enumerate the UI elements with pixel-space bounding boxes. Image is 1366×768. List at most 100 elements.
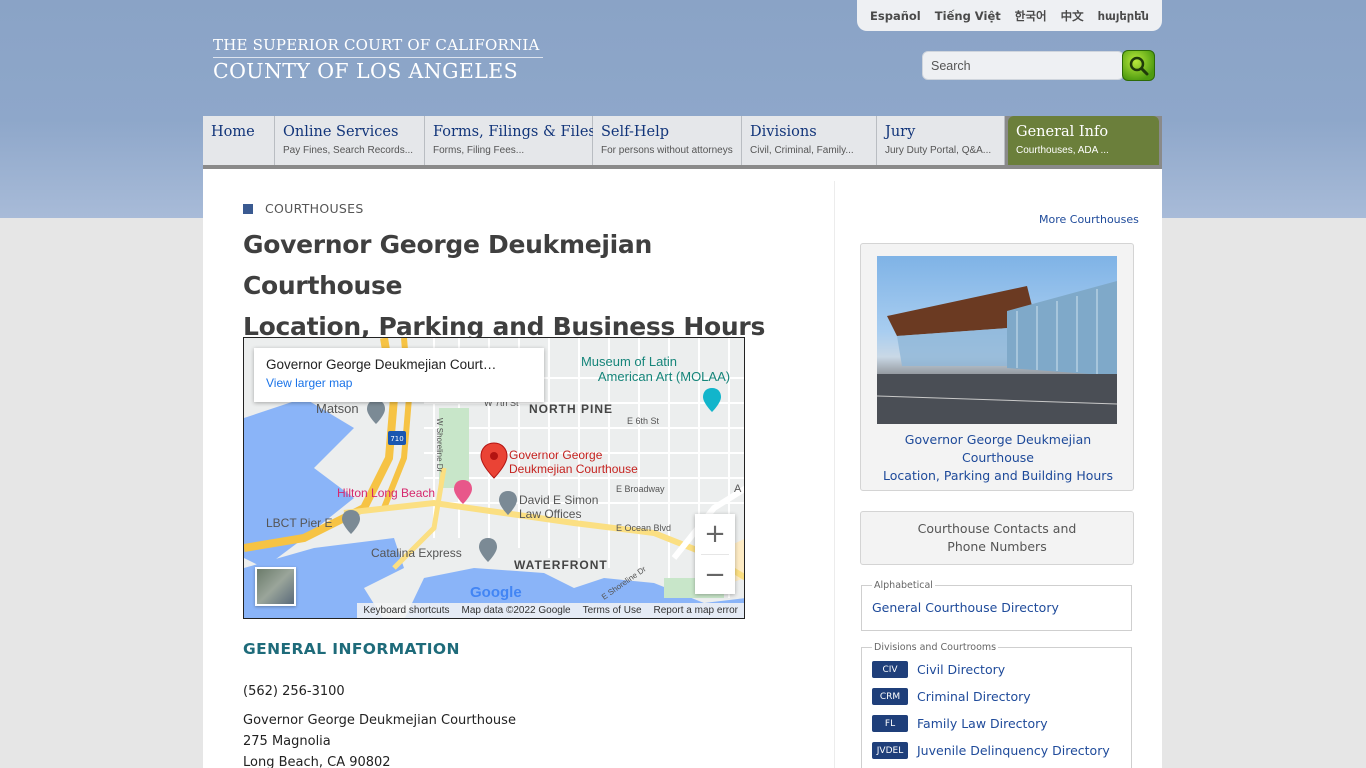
nav-jury-title: Jury — [885, 124, 916, 140]
search-input[interactable]: Search — [922, 51, 1124, 80]
nav-self-help-sub: For persons without attorneys — [601, 145, 733, 156]
map-data-label: Map data ©2022 Google — [461, 605, 571, 616]
civil-directory-row[interactable]: CIV Civil Directory — [872, 661, 1121, 678]
nav-jury-sub: Jury Duty Portal, Q&A... — [885, 145, 992, 156]
satellite-toggle-button[interactable] — [255, 567, 296, 606]
general-information-heading: GENERAL INFORMATION — [243, 640, 460, 658]
keyboard-shortcuts-link[interactable]: Keyboard shortcuts — [363, 605, 449, 616]
map-label-waterfront: WATERFRONT — [514, 558, 608, 572]
civ-badge: CIV — [872, 661, 908, 678]
zoom-in-button[interactable]: + — [695, 514, 735, 554]
courthouse-photo-card[interactable]: Governor George Deukmejian Courthouse Lo… — [860, 243, 1134, 491]
nav-online-services-sub: Pay Fines, Search Records... — [283, 145, 414, 156]
lang-spanish[interactable]: Español — [870, 9, 921, 23]
map-label-simon-1: David E Simon — [519, 493, 598, 507]
map-place-card: Governor George Deukmejian Court… View l… — [254, 348, 544, 402]
map-label-broadway: E Broadway — [616, 484, 665, 494]
section-eyebrow: COURTHOUSES — [243, 201, 364, 216]
map-label-pin-1: Governor George — [509, 448, 603, 462]
search-button[interactable] — [1122, 50, 1155, 81]
address-line-2: 275 Magnolia — [243, 734, 331, 749]
nav-general-info[interactable]: General Info Courthouses, ADA ... — [1008, 116, 1159, 165]
map-label-catalina: Catalina Express — [371, 546, 462, 560]
page-title-line-1: Governor George Deukmejian Courthouse — [243, 230, 652, 300]
map-zoom-controls: + − — [695, 514, 735, 594]
photo-caption-line-2: Courthouse — [961, 450, 1035, 465]
embedded-map[interactable]: 710 Museum of Latin American Art (MOLAA)… — [243, 337, 745, 619]
map-label-north-pine: NORTH PINE — [529, 402, 613, 416]
juvenile-delinquency-directory-link[interactable]: Juvenile Delinquency Directory — [917, 743, 1110, 758]
map-place-name: Governor George Deukmejian Court… — [266, 357, 497, 372]
content-panel: COURTHOUSES Governor George Deukmejian C… — [203, 169, 1162, 768]
map-label-ocean: E Ocean Blvd — [616, 523, 671, 533]
report-map-error-link[interactable]: Report a map error — [654, 605, 738, 616]
nav-online-services-title: Online Services — [283, 124, 399, 140]
map-label-lbct: LBCT Pier E — [266, 516, 332, 530]
criminal-directory-row[interactable]: CRM Criminal Directory — [872, 688, 1121, 705]
nav-self-help-title: Self-Help — [601, 124, 670, 140]
contacts-line-2: Phone Numbers — [947, 539, 1047, 554]
map-label-simon-2: Law Offices — [519, 507, 581, 521]
courthouse-photo-caption[interactable]: Governor George Deukmejian Courthouse Lo… — [861, 431, 1135, 485]
terms-of-use-link[interactable]: Terms of Use — [583, 605, 642, 616]
nav-general-info-sub: Courthouses, ADA ... — [1016, 145, 1109, 156]
nav-home[interactable]: Home — [203, 116, 275, 165]
map-label-pin-2: Deukmejian Courthouse — [509, 462, 638, 476]
courthouse-building-image — [877, 281, 1117, 424]
general-courthouse-directory-link[interactable]: General Courthouse Directory — [872, 600, 1121, 615]
language-bar: Español Tiếng Việt 한국어 中文 հայերեն — [857, 0, 1162, 31]
general-information: (562) 256-3100 Governor George Deukmejia… — [243, 681, 516, 768]
square-bullet-icon — [243, 203, 253, 214]
jvdel-badge: JVDEL — [872, 742, 908, 759]
alphabetical-box: Alphabetical General Courthouse Director… — [861, 580, 1132, 631]
courthouse-contacts-button[interactable]: Courthouse Contacts and Phone Numbers — [860, 511, 1134, 565]
address-line-1: Governor George Deukmejian Courthouse — [243, 713, 516, 728]
divisions-box: Divisions and Courtrooms CIV Civil Direc… — [861, 642, 1132, 768]
lang-chinese[interactable]: 中文 — [1061, 8, 1084, 24]
criminal-directory-link[interactable]: Criminal Directory — [917, 689, 1031, 704]
more-courthouses-link[interactable]: More Courthouses — [1039, 213, 1139, 226]
map-label-hilton: Hilton Long Beach — [337, 486, 435, 500]
page-title: Governor George Deukmejian Courthouse Lo… — [243, 224, 803, 347]
juvenile-delinquency-directory-row[interactable]: JVDEL Juvenile Delinquency Directory — [872, 742, 1121, 759]
zoom-out-button[interactable]: − — [695, 555, 735, 595]
crm-badge: CRM — [872, 688, 908, 705]
court-logo[interactable]: THE SUPERIOR COURT OF CALIFORNIA COUNTY … — [213, 36, 543, 84]
column-divider — [834, 181, 835, 768]
nav-online-services[interactable]: Online Services Pay Fines, Search Record… — [275, 116, 425, 165]
lang-vietnamese[interactable]: Tiếng Việt — [935, 9, 1001, 23]
map-label-matson: Matson — [316, 401, 359, 416]
family-law-directory-row[interactable]: FL Family Law Directory — [872, 715, 1121, 732]
contacts-line-1: Courthouse Contacts and — [917, 521, 1077, 536]
nav-home-title: Home — [211, 124, 255, 140]
nav-divisions-title: Divisions — [750, 124, 817, 140]
map-label-a: A — [734, 483, 742, 495]
map-label-molaa-1: Museum of Latin — [581, 354, 677, 369]
nav-self-help[interactable]: Self-Help For persons without attorneys — [593, 116, 742, 165]
nav-divisions-sub: Civil, Criminal, Family... — [750, 145, 854, 156]
lang-korean[interactable]: 한국어 — [1015, 8, 1047, 24]
view-larger-map-link[interactable]: View larger map — [266, 376, 532, 390]
nav-forms[interactable]: Forms, Filings & Files Forms, Filing Fee… — [425, 116, 596, 165]
nav-jury[interactable]: Jury Jury Duty Portal, Q&A... — [877, 116, 1005, 165]
logo-line-2: COUNTY OF LOS ANGELES — [213, 59, 519, 83]
map-label-hwy: 710 — [390, 435, 403, 443]
divisions-legend: Divisions and Courtrooms — [874, 642, 997, 653]
family-law-directory-link[interactable]: Family Law Directory — [917, 716, 1048, 731]
map-label-molaa-2: American Art (MOLAA) — [598, 369, 730, 384]
nav-forms-sub: Forms, Filing Fees... — [433, 145, 525, 156]
photo-caption-line-3: Location, Parking and Building Hours — [883, 468, 1113, 483]
nav-forms-title: Forms, Filings & Files — [433, 124, 596, 140]
nav-divisions[interactable]: Divisions Civil, Criminal, Family... — [742, 116, 877, 165]
address-line-3: Long Beach, CA 90802 — [243, 755, 391, 768]
fl-badge: FL — [872, 715, 908, 732]
lang-armenian[interactable]: հայերեն — [1098, 9, 1149, 23]
main-nav: Home Online Services Pay Fines, Search R… — [203, 116, 1162, 169]
photo-caption-line-1: Governor George Deukmejian — [904, 432, 1092, 447]
map-label-shoreline: W Shoreline Dr — [435, 418, 444, 473]
logo-line-1: THE SUPERIOR COURT OF CALIFORNIA — [213, 36, 543, 58]
civil-directory-link[interactable]: Civil Directory — [917, 662, 1005, 677]
alphabetical-legend: Alphabetical — [874, 580, 933, 591]
phone-number: (562) 256-3100 — [243, 684, 345, 699]
map-attribution: Keyboard shortcuts Map data ©2022 Google… — [357, 603, 744, 618]
